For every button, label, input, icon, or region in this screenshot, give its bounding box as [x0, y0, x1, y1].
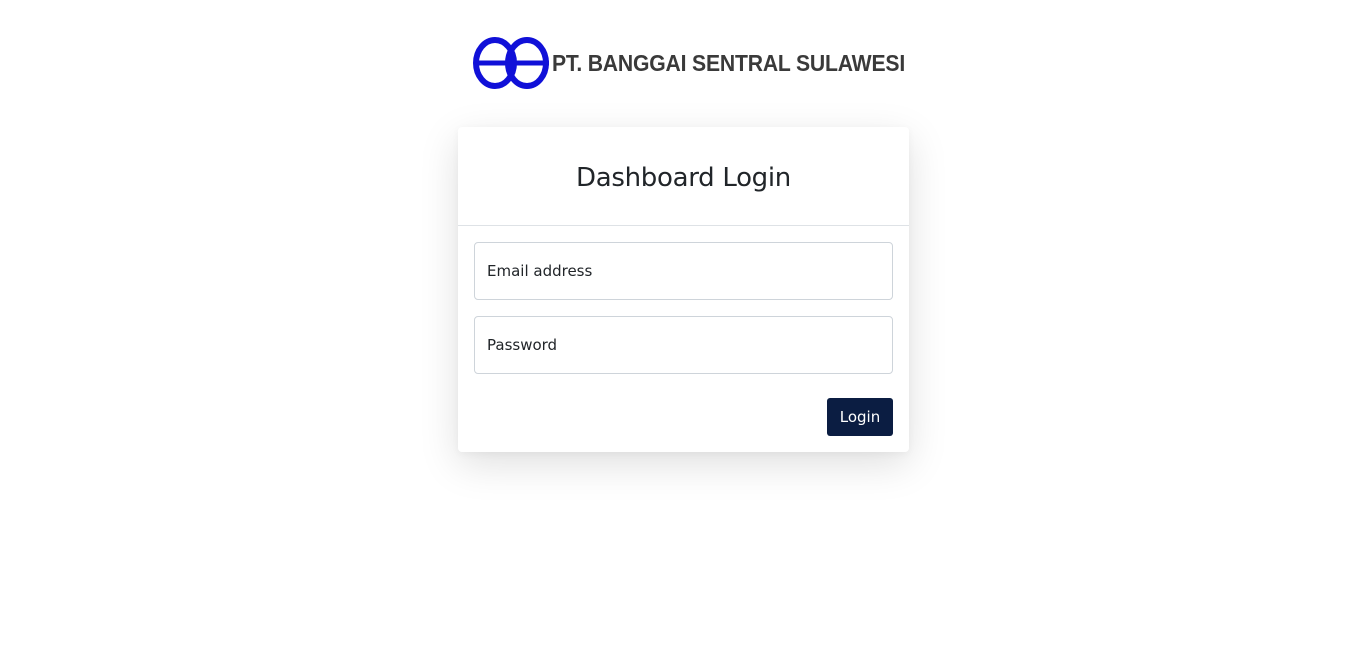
password-field[interactable]: [474, 316, 893, 374]
login-card-header: Dashboard Login: [458, 127, 909, 226]
form-actions: Login: [474, 398, 893, 436]
login-form: Login: [458, 226, 909, 436]
login-card: Dashboard Login Login: [458, 127, 909, 452]
password-input[interactable]: [487, 336, 892, 354]
login-button[interactable]: Login: [827, 398, 893, 436]
email-field[interactable]: [474, 242, 893, 300]
login-page: PT. BANGGAI SENTRAL SULAWESI Dashboard L…: [0, 0, 1366, 646]
company-name: PT. BANGGAI SENTRAL SULAWESI: [552, 49, 906, 76]
company-logo: PT. BANGGAI SENTRAL SULAWESI: [473, 35, 936, 91]
page-title: Dashboard Login: [576, 163, 791, 193]
email-input[interactable]: [487, 262, 892, 280]
company-logo-icon: [473, 37, 549, 89]
